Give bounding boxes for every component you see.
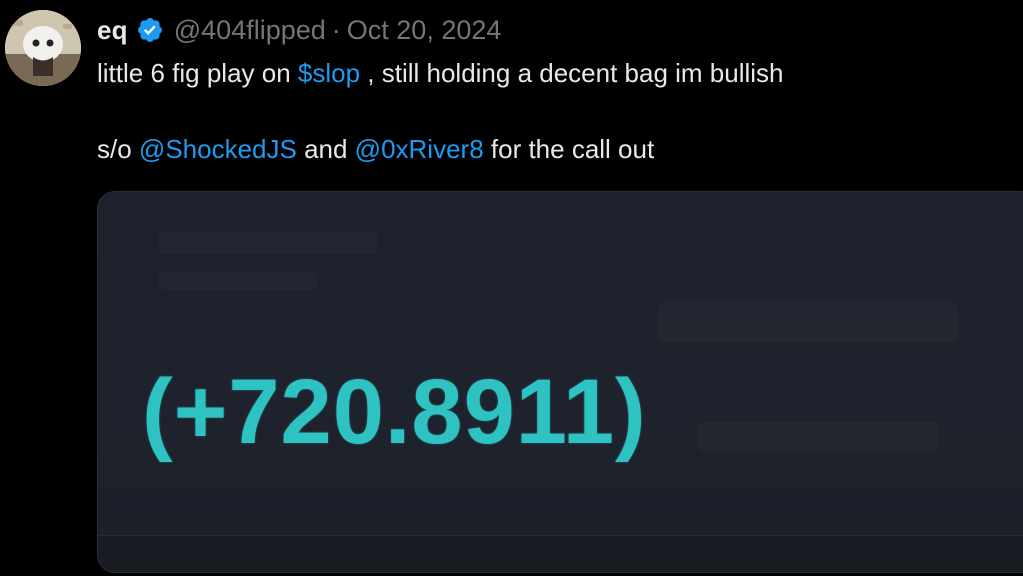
media-background-detail bbox=[158, 272, 318, 290]
tweet-text: and bbox=[296, 134, 355, 164]
media-background-detail bbox=[698, 422, 938, 452]
cashtag-link[interactable]: $slop bbox=[298, 58, 360, 88]
author-name[interactable]: eq bbox=[97, 15, 128, 46]
tweet-text: s/o bbox=[97, 134, 139, 164]
tweet-text-line-2: s/o @ShockedJS and @0xRiver8 for the cal… bbox=[97, 132, 654, 166]
tweet-text: little 6 fig play on bbox=[97, 58, 298, 88]
avatar[interactable] bbox=[5, 10, 81, 86]
tweet-text: , still holding a decent bag im bullish bbox=[360, 58, 784, 88]
separator-dot: · bbox=[331, 14, 341, 45]
mention-link[interactable]: @0xRiver8 bbox=[355, 134, 484, 164]
media-footer-bar bbox=[98, 535, 1023, 572]
tweet-text-line-1: little 6 fig play on $slop , still holdi… bbox=[97, 56, 784, 90]
tweet-text: for the call out bbox=[483, 134, 655, 164]
media-background-detail bbox=[658, 302, 958, 342]
tweet-header: eq @404flipped · Oct 20, 2024 bbox=[97, 10, 501, 50]
tweet-media-image[interactable]: (+720.8911) bbox=[97, 191, 1023, 573]
author-handle[interactable]: @404flipped bbox=[174, 15, 326, 46]
media-background-detail bbox=[158, 232, 378, 254]
tweet-date[interactable]: Oct 20, 2024 bbox=[347, 15, 502, 46]
pnl-value: (+720.8911) bbox=[142, 361, 647, 463]
avatar-image bbox=[5, 10, 81, 86]
verified-badge-icon bbox=[136, 16, 164, 44]
mention-link[interactable]: @ShockedJS bbox=[139, 134, 297, 164]
